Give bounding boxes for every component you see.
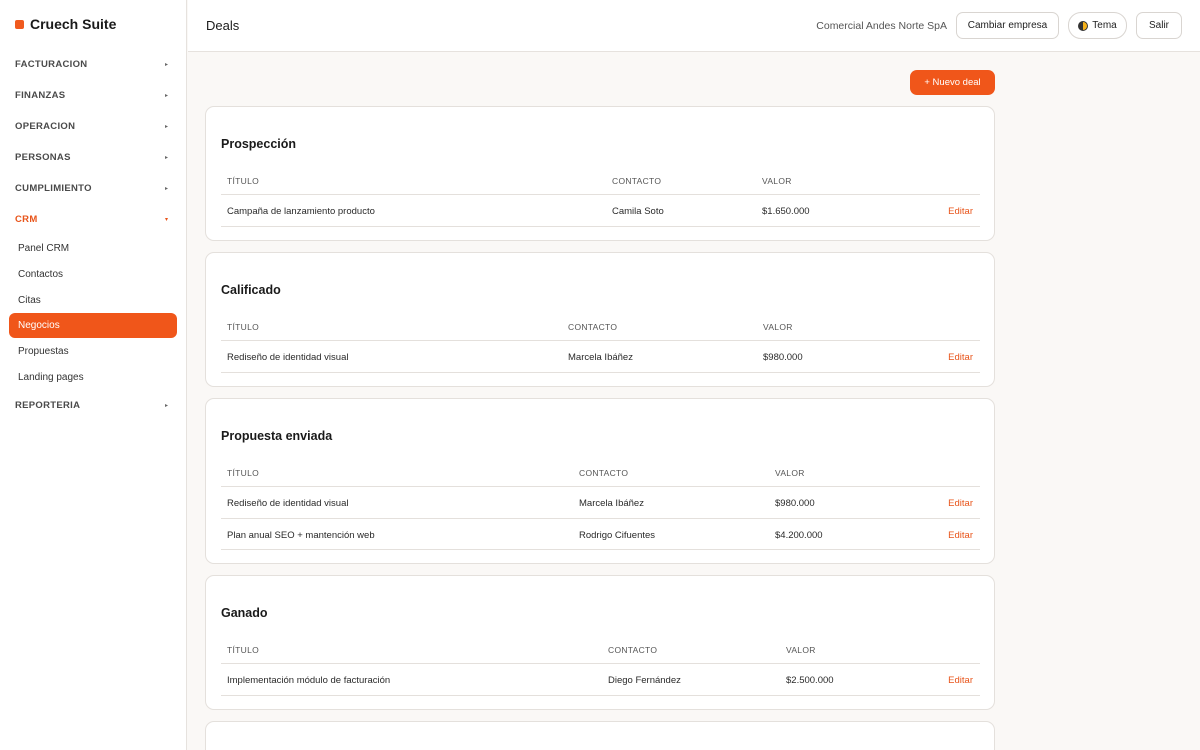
column-header-contact: CONTACTO [568,322,618,332]
deal-title: Plan anual SEO + mantención web [227,529,375,541]
deal-contact: Rodrigo Cifuentes [579,529,656,541]
new-deal-button[interactable]: + Nuevo deal [910,70,995,95]
column-header-value: VALOR [762,176,792,186]
sidebar-item-propuestas[interactable]: Propuestas [0,338,186,364]
stage-card-calificado: Calificado TÍTULO CONTACTO VALOR Rediseñ… [205,252,995,387]
top-bar: Deals Comercial Andes Norte SpA Cambiar … [188,0,1200,52]
caret-right-icon: ▸ [164,186,168,192]
change-company-button[interactable]: Cambiar empresa [956,12,1059,39]
deal-value: $1.650.000 [762,206,810,217]
deal-contact: Diego Fernández [608,675,681,686]
column-header-title: TÍTULO [227,468,260,478]
stage-card-next [205,721,995,750]
sidebar-section-personas[interactable]: PERSONAS ▸ [0,142,186,173]
brand-logo-icon [15,19,24,29]
edit-link[interactable]: Editar [948,675,973,686]
deals-table: TÍTULO CONTACTO VALOR Campaña de lanzami… [221,165,980,227]
edit-link[interactable]: Editar [948,498,973,509]
main-content: + Nuevo deal Prospección TÍTULO CONTACTO… [188,52,1200,750]
theme-icon [1078,20,1089,31]
deal-value: $980.000 [763,352,803,363]
stage-title: Calificado [221,283,281,297]
table-header: TÍTULO CONTACTO VALOR [221,457,980,487]
deal-contact: Marcela Ibáñez [568,352,633,363]
edit-link[interactable]: Editar [948,530,973,541]
page-title: Deals [206,18,240,33]
table-header: TÍTULO CONTACTO VALOR [221,634,980,664]
section-label: CUMPLIMIENTO [15,183,92,194]
caret-right-icon: ▸ [164,155,168,161]
deals-table: TÍTULO CONTACTO VALOR Rediseño de identi… [221,457,980,550]
table-row: Plan anual SEO + mantención web Rodrigo … [221,519,980,550]
section-label: PERSONAS [15,152,71,163]
section-label: REPORTERIA [15,400,81,411]
caret-right-icon: ▸ [164,124,168,130]
table-row: Campaña de lanzamiento producto Camila S… [221,195,980,227]
table-header: TÍTULO CONTACTO VALOR [221,165,980,195]
company-name: Comercial Andes Norte SpA [816,19,947,32]
table-row: Implementación módulo de facturación Die… [221,664,980,696]
sidebar-item-panel-crm[interactable]: Panel CRM [0,235,186,261]
column-header-title: TÍTULO [227,322,260,332]
table-header: TÍTULO CONTACTO VALOR [221,311,980,341]
column-header-title: TÍTULO [227,176,260,186]
stage-card-ganado: Ganado TÍTULO CONTACTO VALOR Implementac… [205,575,995,710]
deals-table: TÍTULO CONTACTO VALOR Rediseño de identi… [221,311,980,373]
column-header-contact: CONTACTO [579,468,629,478]
stage-title: Propuesta enviada [221,429,333,443]
theme-toggle-button[interactable]: Tema [1068,12,1127,39]
stage-title: Ganado [221,606,268,620]
deal-title: Rediseño de identidad visual [227,498,349,509]
deal-value: $2.500.000 [786,675,834,686]
sidebar-nav: FACTURACION ▸ FINANZAS ▸ OPERACION ▸ PER… [0,48,186,421]
deal-title: Rediseño de identidad visual [227,352,349,363]
sidebar-item-contactos[interactable]: Contactos [0,261,186,287]
column-header-contact: CONTACTO [608,645,658,655]
table-row: Rediseño de identidad visual Marcela Ibá… [221,341,980,373]
sidebar-item-citas[interactable]: Citas [0,287,186,313]
brand[interactable]: Cruech Suite [0,0,186,48]
deal-title: Campaña de lanzamiento producto [227,206,375,217]
stage-card-propuesta-enviada: Propuesta enviada TÍTULO CONTACTO VALOR … [205,398,995,564]
deals-table: TÍTULO CONTACTO VALOR Implementación mód… [221,634,980,696]
caret-right-icon: ▸ [164,93,168,99]
section-label: FINANZAS [15,90,66,101]
caret-right-icon: ▸ [164,62,168,68]
sidebar-section-cumplimiento[interactable]: CUMPLIMIENTO ▸ [0,173,186,204]
edit-link[interactable]: Editar [948,352,973,363]
sidebar-section-facturacion[interactable]: FACTURACION ▸ [0,49,186,80]
stage-title: Prospección [221,137,297,151]
sidebar-section-finanzas[interactable]: FINANZAS ▸ [0,80,186,111]
brand-name: Cruech Suite [30,16,117,32]
section-label: CRM [15,214,38,225]
sidebar: Cruech Suite FACTURACION ▸ FINANZAS ▸ OP… [0,0,187,750]
sidebar-item-negocios[interactable]: Negocios [9,313,177,338]
theme-label: Tema [1092,20,1117,31]
top-bar-actions: Comercial Andes Norte SpA Cambiar empres… [816,12,1182,39]
column-header-value: VALOR [786,645,816,655]
caret-right-icon: ▸ [164,403,168,409]
section-label: OPERACION [15,121,76,132]
section-label: FACTURACION [15,59,88,70]
column-header-value: VALOR [763,322,793,332]
caret-down-icon: ▾ [164,217,168,223]
sidebar-section-operacion[interactable]: OPERACION ▸ [0,111,186,142]
sidebar-item-landing-pages[interactable]: Landing pages [0,364,186,390]
sidebar-section-crm[interactable]: CRM ▾ [0,204,186,235]
deal-value: $980.000 [775,498,815,509]
deal-value: $4.200.000 [775,529,823,541]
table-row: Rediseño de identidad visual Marcela Ibá… [221,487,980,519]
deal-contact: Marcela Ibáñez [579,498,644,509]
column-header-title: TÍTULO [227,645,260,655]
sidebar-section-reporteria[interactable]: REPORTERIA ▸ [0,390,186,421]
column-header-value: VALOR [775,468,805,478]
edit-link[interactable]: Editar [948,206,973,217]
deal-title: Implementación módulo de facturación [227,675,391,686]
deal-contact: Camila Soto [612,206,664,217]
column-header-contact: CONTACTO [612,176,662,186]
logout-button[interactable]: Salir [1136,12,1182,39]
stage-card-prospeccion: Prospección TÍTULO CONTACTO VALOR Campañ… [205,106,995,241]
